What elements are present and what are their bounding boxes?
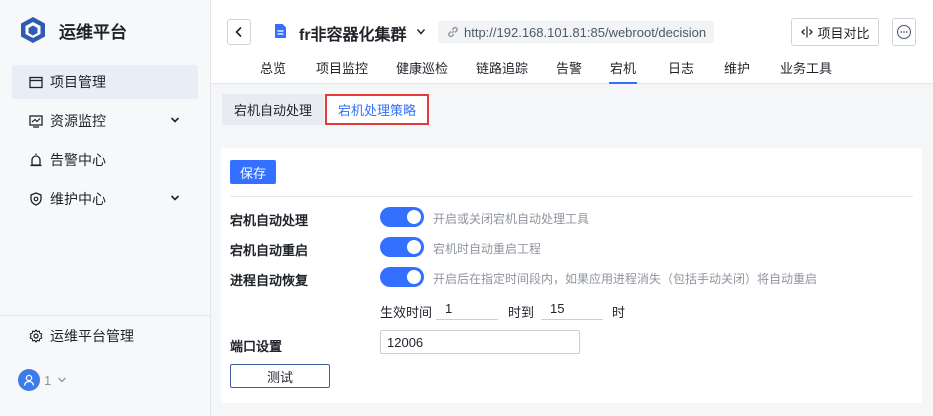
sidebar-item-label: 资源监控	[50, 113, 106, 129]
test-button[interactable]: 测试	[230, 364, 330, 388]
tab-logs[interactable]: 日志	[668, 58, 694, 77]
sidebar-item-label: 项目管理	[50, 74, 106, 90]
sidebar-divider	[0, 315, 210, 316]
avatar[interactable]	[18, 369, 40, 391]
cube-logo-icon	[21, 17, 45, 43]
sidebar: 运维平台 项目管理 资源监控 告警中心 维护中心 运维平台管理 1	[0, 0, 211, 416]
process-recovery-label: 进程自动恢复	[230, 273, 309, 288]
compare-icon	[801, 26, 814, 38]
caret-down-icon[interactable]	[416, 28, 426, 36]
chevron-down-icon[interactable]	[57, 375, 67, 385]
tab-project-monitor[interactable]: 项目监控	[316, 58, 368, 77]
port-setting-label: 端口设置	[230, 339, 283, 354]
tab-overview[interactable]: 总览	[260, 58, 286, 77]
subtab-handling-policy[interactable]: 宕机处理策略	[325, 94, 429, 125]
start-hour-input[interactable]	[436, 298, 498, 320]
sidebar-item-alarm-center[interactable]: 告警中心	[12, 143, 198, 177]
policy-panel: 保存 宕机自动处理 开启或关闭宕机自动处理工具 宕机自动重启 宕机时自动重启工程…	[221, 148, 922, 403]
header: fr非容器化集群 http://192.168.101.81:85/webroo…	[211, 0, 933, 84]
compare-projects-button[interactable]: 项目对比	[791, 18, 879, 46]
tab-maintenance[interactable]: 维护	[724, 58, 750, 77]
alarm-light-icon	[28, 152, 44, 168]
port-input[interactable]	[380, 330, 580, 354]
chevron-down-icon	[170, 195, 180, 201]
tab-business-tools[interactable]: 业务工具	[780, 58, 832, 77]
auto-handling-desc: 开启或关闭宕机自动处理工具	[433, 212, 590, 226]
save-button[interactable]: 保存	[230, 160, 276, 184]
brand: 运维平台	[20, 14, 127, 46]
hour-unit-label: 时	[612, 305, 626, 320]
more-options-button[interactable]	[892, 18, 916, 46]
maintenance-shield-icon	[28, 191, 44, 207]
subtab-auto-handling[interactable]: 宕机自动处理	[222, 94, 324, 125]
sidebar-item-project-management[interactable]: 项目管理	[12, 65, 198, 99]
auto-restart-desc: 宕机时自动重启工程	[433, 242, 542, 256]
auto-handling-toggle[interactable]	[380, 207, 424, 227]
more-dots-icon	[896, 24, 912, 40]
sidebar-item-resource-monitor[interactable]: 资源监控	[12, 104, 198, 138]
panel-divider	[230, 196, 913, 197]
document-icon	[275, 24, 286, 38]
tab-health-check[interactable]: 健康巡检	[396, 58, 448, 77]
tab-trace[interactable]: 链路追踪	[476, 58, 528, 77]
active-tab-indicator	[609, 82, 637, 84]
auto-handling-label: 宕机自动处理	[230, 213, 309, 228]
auto-restart-label: 宕机自动重启	[230, 243, 309, 258]
chevron-down-icon	[170, 117, 180, 123]
user-icon	[23, 374, 35, 386]
window-icon	[28, 74, 44, 90]
monitor-chart-icon	[28, 113, 44, 129]
sidebar-item-platform-management[interactable]: 运维平台管理	[12, 319, 198, 353]
project-url-text: http://192.168.101.81:85/webroot/decisio…	[464, 24, 707, 40]
process-recovery-desc: 开启后在指定时间段内，如果应用进程消失（包括手动关闭）将自动重启	[433, 272, 818, 286]
back-button[interactable]	[227, 19, 251, 45]
brand-name: 运维平台	[59, 22, 127, 42]
tab-downtime[interactable]: 宕机	[610, 58, 636, 77]
sidebar-item-maintenance-center[interactable]: 维护中心	[12, 182, 198, 216]
link-icon	[448, 26, 458, 38]
user-count: 1	[44, 373, 52, 388]
gear-icon	[28, 328, 44, 344]
sidebar-item-label: 运维平台管理	[50, 328, 134, 344]
compare-projects-label: 项目对比	[817, 25, 870, 41]
chevron-left-icon	[235, 26, 242, 38]
project-name[interactable]: fr非容器化集群	[299, 21, 407, 45]
effective-time-label: 生效时间	[380, 305, 433, 320]
tab-alarm[interactable]: 告警	[556, 58, 582, 77]
sidebar-item-label: 告警中心	[50, 152, 106, 168]
time-to-label: 时到	[508, 305, 535, 320]
auto-restart-toggle[interactable]	[380, 237, 424, 257]
end-hour-input[interactable]	[541, 298, 603, 320]
project-url[interactable]: http://192.168.101.81:85/webroot/decisio…	[438, 21, 715, 43]
sidebar-item-label: 维护中心	[50, 191, 106, 207]
process-recovery-toggle[interactable]	[380, 267, 424, 287]
